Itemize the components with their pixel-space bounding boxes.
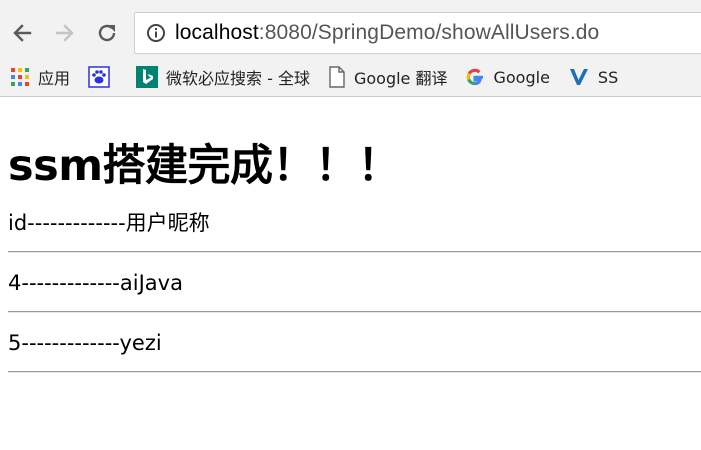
bookmarks-bar: 应用 微软必应搜索 - 全球 Google 翻译 Google SS: [0, 58, 701, 97]
bookmark-google-translate[interactable]: Google 翻译: [328, 65, 448, 89]
bookmark-apps[interactable]: 应用: [10, 65, 70, 89]
address-bar[interactable]: localhost:8080/SpringDemo/showAllUsers.d…: [134, 12, 701, 54]
url-host: localhost: [175, 21, 259, 44]
baidu-paw-icon: [88, 66, 110, 88]
browser-toolbar: localhost:8080/SpringDemo/showAllUsers.d…: [0, 0, 701, 58]
bookmark-label: SS: [597, 67, 619, 87]
v-logo-icon: [568, 66, 590, 88]
apps-grid-icon: [10, 67, 30, 87]
row-divider: [8, 371, 701, 373]
bookmark-label: 微软必应搜索 - 全球: [166, 69, 310, 88]
page-icon: [328, 66, 346, 88]
user-list-header: id-------------用户昵称: [8, 211, 210, 235]
bookmark-label: 应用: [38, 69, 71, 88]
page-content: ssm搭建完成！！！ id-------------用户昵称 4--------…: [0, 139, 701, 373]
bookmark-label: Google: [493, 67, 550, 87]
google-icon: [465, 67, 485, 87]
url-text: localhost:8080/SpringDemo/showAllUsers.d…: [175, 21, 599, 45]
forward-arrow-icon: [55, 24, 74, 42]
bookmark-google[interactable]: Google: [465, 67, 550, 87]
reload-button[interactable]: [94, 20, 120, 46]
bookmark-bing[interactable]: 微软必应搜索 - 全球: [136, 65, 310, 89]
info-icon[interactable]: [145, 22, 167, 44]
bookmark-label: Google 翻译: [353, 69, 448, 88]
forward-button[interactable]: [52, 20, 78, 46]
reload-icon: [98, 24, 116, 42]
bookmark-baidu[interactable]: [88, 66, 118, 88]
back-arrow-icon: [13, 24, 32, 42]
row-divider: [8, 251, 701, 253]
bing-icon: [136, 66, 159, 88]
page-title: ssm搭建完成！！！: [8, 141, 401, 191]
bookmark-ss[interactable]: SS: [568, 66, 618, 88]
user-row: 5-------------yezi: [8, 331, 162, 355]
back-button[interactable]: [9, 20, 35, 46]
user-row: 4-------------aiJava: [8, 271, 183, 295]
url-path: :8080/SpringDemo/showAllUsers.do: [258, 21, 600, 44]
row-divider: [8, 311, 701, 313]
